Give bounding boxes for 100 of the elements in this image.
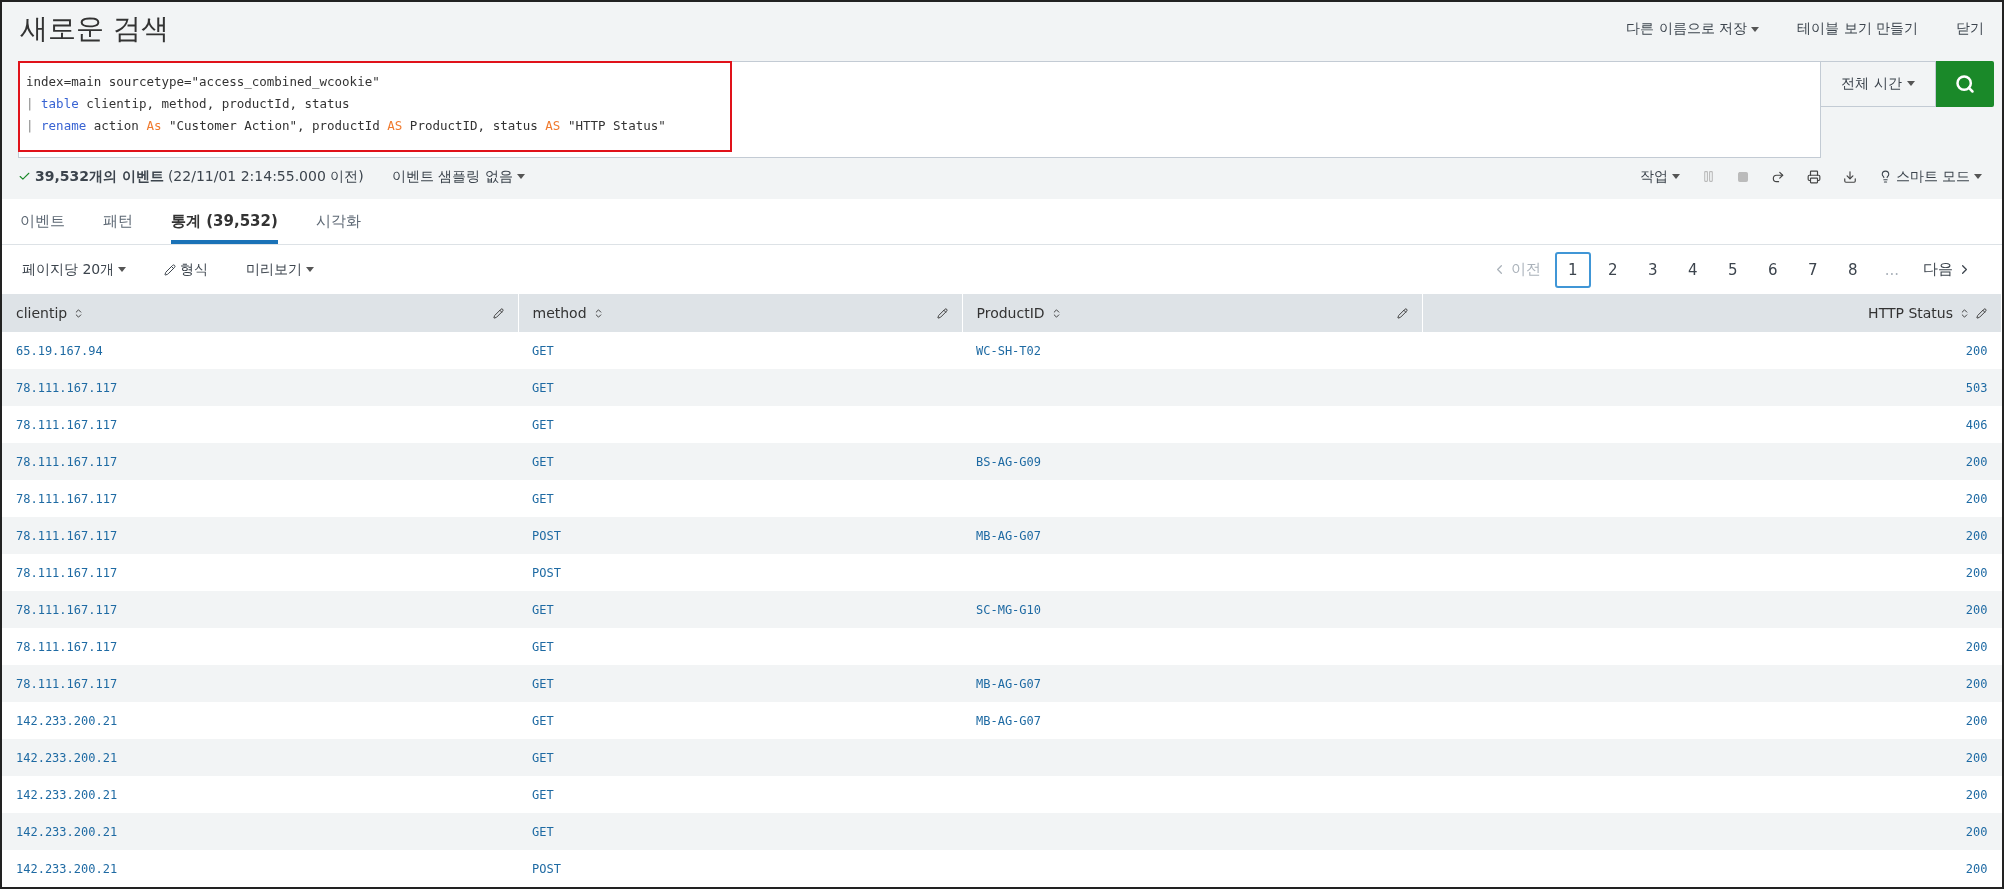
- table-cell: 200: [1422, 443, 2002, 480]
- print-icon[interactable]: [1806, 169, 1821, 184]
- table-cell: 200: [1422, 739, 2002, 776]
- table-cell: 200: [1422, 517, 2002, 554]
- format-button[interactable]: 형식: [164, 260, 209, 279]
- caret-icon: [1671, 174, 1680, 179]
- header-link[interactable]: 다른 이름으로 저장: [1626, 20, 1760, 39]
- job-menu[interactable]: 작업: [1639, 167, 1680, 186]
- table-cell: 78.111.167.117: [2, 406, 518, 443]
- table-cell: 78.111.167.117: [2, 443, 518, 480]
- table-cell: 65.19.167.94: [2, 332, 518, 369]
- per-page-dropdown[interactable]: 페이지당 20개: [22, 260, 127, 279]
- table-cell: 78.111.167.117: [2, 517, 518, 554]
- table-cell: 200: [1422, 480, 2002, 517]
- table-cell: 142.233.200.21: [2, 813, 518, 850]
- page-link[interactable]: 4: [1674, 251, 1711, 288]
- download-icon[interactable]: [1842, 169, 1857, 184]
- mode-dropdown[interactable]: 스마트 모드: [1878, 167, 1982, 186]
- table-cell: 78.111.167.117: [2, 369, 518, 406]
- table-cell: GET: [518, 480, 962, 517]
- edit-icon[interactable]: [492, 307, 504, 319]
- share-icon[interactable]: [1770, 169, 1785, 184]
- table-cell: 200: [1422, 332, 2002, 369]
- table-cell: BS-AG-G09: [962, 443, 1422, 480]
- table-cell: 503: [1422, 369, 2002, 406]
- table-cell: 200: [1422, 554, 2002, 591]
- table-cell: 200: [1422, 776, 2002, 813]
- table-cell: GET: [518, 591, 962, 628]
- table-cell: 200: [1422, 702, 2002, 739]
- caret-icon: [118, 267, 127, 273]
- table-cell: MB-AG-G07: [962, 702, 1422, 739]
- column-label: ProductID: [976, 305, 1045, 321]
- table-cell: SC-MG-G10: [962, 591, 1422, 628]
- table-cell: GET: [518, 443, 962, 480]
- caret-icon: [516, 174, 525, 179]
- table-cell: GET: [518, 332, 962, 369]
- tab[interactable]: 시각화: [315, 199, 361, 245]
- table-cell: 142.233.200.21: [2, 702, 518, 739]
- tab[interactable]: 이벤트: [20, 199, 65, 245]
- check-icon: [18, 170, 31, 183]
- page-link[interactable]: 6: [1754, 251, 1791, 288]
- table-cell: 406: [1422, 406, 2002, 443]
- table-cell: 142.233.200.21: [2, 776, 518, 813]
- column-header[interactable]: HTTP Status: [1422, 294, 2002, 332]
- time-range-button[interactable]: 전체 시간: [1821, 60, 1936, 107]
- table-cell: GET: [518, 628, 962, 665]
- table-cell: 78.111.167.117: [2, 554, 518, 591]
- table-cell: POST: [518, 517, 962, 554]
- table-cell: GET: [518, 776, 962, 813]
- edit-icon[interactable]: [936, 307, 948, 319]
- table-cell: 142.233.200.21: [2, 739, 518, 776]
- table-cell: 200: [1422, 628, 2002, 665]
- table-cell: 200: [1422, 665, 2002, 702]
- table-cell: 78.111.167.117: [2, 591, 518, 628]
- caret-icon: [306, 267, 315, 273]
- next-link[interactable]: 다음: [1913, 260, 1982, 280]
- table-cell: GET: [518, 739, 962, 776]
- sort-icon[interactable]: [1959, 307, 1970, 319]
- table-cell: 78.111.167.117: [2, 665, 518, 702]
- header-link[interactable]: 테이블 보기 만들기: [1797, 20, 1918, 39]
- edit-icon[interactable]: [1976, 307, 1987, 319]
- edit-icon[interactable]: [1396, 307, 1408, 319]
- table-cell: MB-AG-G07: [962, 517, 1422, 554]
- table-cell: 142.233.200.21: [2, 850, 518, 887]
- page-title: 새로운 검색: [20, 11, 169, 48]
- page-link[interactable]: 8: [1834, 251, 1871, 288]
- table-cell: 78.111.167.117: [2, 628, 518, 665]
- table-cell: WC-SH-T02: [962, 332, 1422, 369]
- table-cell: POST: [518, 850, 962, 887]
- column-label: HTTP Status: [1868, 305, 1953, 321]
- table-cell: POST: [518, 554, 962, 591]
- caret-icon: [1974, 174, 1982, 179]
- tab[interactable]: 패턴: [103, 199, 133, 245]
- column-label: method: [532, 305, 587, 321]
- page-link[interactable]: 1: [1554, 251, 1591, 288]
- column-header[interactable]: ProductID: [962, 294, 1422, 332]
- table-cell: 200: [1422, 813, 2002, 850]
- caret-icon: [1906, 81, 1915, 87]
- search-button[interactable]: [1936, 60, 1994, 107]
- page-link[interactable]: 3: [1634, 251, 1671, 288]
- column-header[interactable]: method: [518, 294, 962, 332]
- table-cell: 200: [1422, 591, 2002, 628]
- table-cell: GET: [518, 665, 962, 702]
- header-link[interactable]: 닫기: [1956, 20, 1984, 39]
- table-cell: GET: [518, 702, 962, 739]
- table-cell: GET: [518, 813, 962, 850]
- table-cell: 200: [1422, 850, 2002, 887]
- search-input[interactable]: index=main sourcetype="access_combined_wcookie" | table clientip, method, productId, status | rename action As "Customer Action", productId AS ProductID, status AS "HTTP Status": [18, 60, 1821, 158]
- pagination-ellipsis: ...: [1883, 260, 1900, 279]
- page-link[interactable]: 5: [1714, 251, 1751, 288]
- pencil-icon: [164, 263, 177, 276]
- event-count: 39,532개의 이벤트 (22/11/01 2:14:55.000 이전): [18, 167, 364, 186]
- preview-dropdown[interactable]: 미리보기: [246, 260, 315, 279]
- table-cell: GET: [518, 406, 962, 443]
- sampling-dropdown[interactable]: 이벤트 샘플링 없음: [391, 167, 525, 186]
- page-link[interactable]: 2: [1594, 251, 1631, 288]
- query-text: index=main sourcetype="access_combined_wcookie" | table clientip, method, productId, status | rename action As "Customer Action", productId AS ProductID, status AS "HTTP Status": [18, 60, 732, 152]
- page-link[interactable]: 7: [1794, 251, 1831, 288]
- column-header[interactable]: clientip: [2, 294, 518, 332]
- column-label: clientip: [16, 305, 68, 321]
